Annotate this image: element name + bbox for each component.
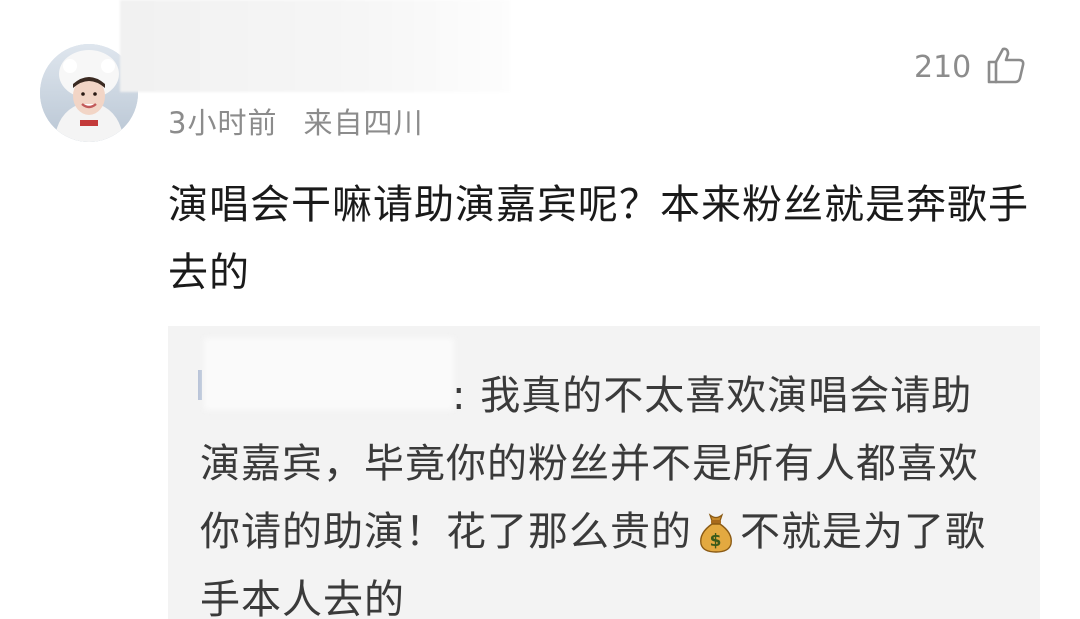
like-count: 210	[914, 50, 972, 85]
reply-text: : 我真的不太喜欢演唱会请助演嘉宾，毕竟你的粉丝并不是所有人都喜欢你请的助演！花…	[200, 362, 1012, 619]
comment-time: 3小时前	[168, 106, 278, 140]
money-bag-icon: $	[696, 506, 736, 553]
username-redacted	[120, 0, 510, 92]
comment-meta: 3小时前 来自四川	[168, 100, 423, 142]
reply-separator: :	[452, 373, 467, 419]
comment-card: 3小时前 来自四川 210 演唱会干嘛请助演嘉宾呢？本来粉丝就是奔歌手去的 : 我…	[0, 0, 1080, 619]
thumbs-up-icon[interactable]	[986, 45, 1026, 85]
comment-text: 演唱会干嘛请助演嘉宾呢？本来粉丝就是奔歌手去的	[168, 182, 1029, 296]
svg-text:$: $	[710, 531, 723, 551]
reply-quote[interactable]: : 我真的不太喜欢演唱会请助演嘉宾，毕竟你的粉丝并不是所有人都喜欢你请的助演！花…	[168, 326, 1040, 619]
comment-location: 来自四川	[303, 106, 424, 140]
